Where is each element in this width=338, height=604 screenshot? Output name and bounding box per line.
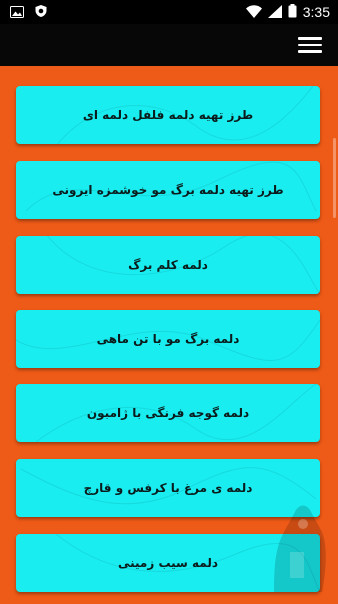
- list-item[interactable]: دلمه کلم برگ: [16, 236, 320, 294]
- list-item[interactable]: طرز تهیه دلمه فلفل دلمه ای: [16, 86, 320, 144]
- status-time: 3:35: [302, 4, 330, 20]
- list-item[interactable]: دلمه گوجه فرنگی با ژامبون: [16, 384, 320, 442]
- list-item-label: دلمه گوجه فرنگی با ژامبون: [86, 406, 250, 420]
- scrollbar[interactable]: [333, 138, 336, 218]
- list-item[interactable]: دلمه برگ مو با تن ماهی: [16, 310, 320, 368]
- battery-icon: [288, 3, 297, 22]
- wifi-icon: [245, 3, 262, 22]
- list-item-label: دلمه کلم برگ: [128, 258, 208, 272]
- list-item-label: دلمه برگ مو با تن ماهی: [96, 332, 240, 346]
- watermark-logo-icon: [266, 492, 330, 600]
- hamburger-menu-icon[interactable]: [298, 33, 322, 57]
- list-item-label: طرز تهیه دلمه برگ مو خوشمزه ایرونی: [52, 183, 284, 197]
- image-icon: [10, 3, 24, 22]
- list-item-label: دلمه ی مرغ با کرفس و قارچ: [83, 481, 253, 495]
- shield-icon: [34, 3, 48, 22]
- list-item-label: طرز تهیه دلمه فلفل دلمه ای: [82, 108, 254, 122]
- app-bar: [0, 24, 338, 66]
- signal-icon: [267, 3, 282, 22]
- list-item-label: دلمه سیب زمینی: [117, 556, 219, 570]
- status-bar: 3:35: [0, 0, 338, 24]
- list-item[interactable]: طرز تهیه دلمه برگ مو خوشمزه ایرونی: [16, 161, 320, 219]
